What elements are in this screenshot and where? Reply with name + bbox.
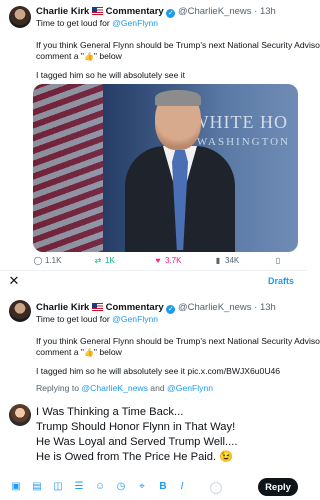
tweet-line-3-suffix: " below [93, 51, 122, 61]
mention-genflynn[interactable]: @GenFlynn [112, 18, 158, 28]
replying-to: Replying to @CharlieK_news and @GenFlynn [36, 383, 213, 394]
reply-button[interactable]: Reply [258, 478, 298, 496]
views-action[interactable]: ▮ 34K [213, 256, 239, 265]
reply-line-4: He is Owed from The Price He Paid. 😉 [36, 451, 234, 463]
tweet: Charlie Kirk Commentary ✓ @CharlieK_news… [0, 0, 320, 268]
tweet-time[interactable]: 13h [260, 6, 276, 17]
format-bold-icon[interactable]: B [157, 481, 169, 493]
like-action[interactable]: ♥ 3.7K [153, 256, 182, 265]
like-count: 3.7K [165, 256, 182, 265]
tweet-photo[interactable]: WHITE HO WASHINGTON [33, 84, 298, 252]
tweet-line-3-prefix: comment a " [36, 51, 84, 61]
quoted-header: Charlie Kirk Commentary ✓ @CharlieK_news… [36, 302, 276, 314]
quoted-separator: · [254, 302, 258, 313]
views-chart-icon: ▮ [215, 256, 221, 265]
tweet-line-4: I tagged him so he will absolutely see i… [36, 70, 186, 80]
retweet-action[interactable]: ⇄ 1K [93, 256, 115, 265]
divider [0, 270, 307, 271]
views-count: 34K [225, 256, 240, 265]
thumbs-up-emoji: 👍 [83, 52, 94, 61]
heart-icon: ♥ [155, 256, 161, 265]
character-counter [210, 482, 222, 494]
reply-input[interactable]: I Was Thinking a Time Back... Trump Shou… [36, 405, 320, 465]
quoted-mention-genflynn[interactable]: @GenFlynn [112, 314, 158, 324]
grok-icon[interactable]: ◫ [52, 481, 64, 493]
close-icon[interactable]: ✕ [6, 273, 22, 289]
replying-to-genflynn[interactable]: @GenFlynn [167, 383, 213, 393]
quoted-author-suffix: Commentary [105, 302, 164, 313]
format-italic-icon[interactable]: I [176, 481, 188, 493]
retweet-icon: ⇄ [94, 256, 102, 265]
quoted-time: 13h [259, 302, 276, 313]
bookmark-icon: ▯ [275, 256, 281, 265]
quoted-line-3: comment a "👍" below [36, 347, 122, 358]
reply-count: 1.1K [45, 256, 62, 265]
verified-badge-icon: ✓ [166, 9, 176, 18]
schedule-icon[interactable]: ◷ [115, 481, 127, 493]
location-icon[interactable]: ⌖ [136, 481, 148, 493]
verified-badge-icon: ✓ [166, 305, 176, 314]
replying-prefix: Replying to [36, 383, 82, 393]
reply-action[interactable]: ◯ 1.1K [33, 256, 62, 265]
tweet-actions: ◯ 1.1K ⇄ 1K ♥ 3.7K ▮ 34K ▯ [33, 256, 303, 268]
reply-line-1: I Was Thinking a Time Back... [36, 406, 184, 418]
photo-flag [33, 84, 103, 252]
us-flag-icon [91, 303, 103, 311]
avatar[interactable] [9, 6, 31, 28]
poll-icon[interactable]: ☰ [73, 481, 85, 493]
author-name[interactable]: Charlie Kirk [36, 6, 89, 17]
tweet-header: Charlie Kirk Commentary ✓ @CharlieK_news… [36, 6, 276, 18]
tweet-line-2: If you think General Flynn should be Tru… [36, 40, 320, 50]
quoted-line-2: If you think General Flynn should be Tru… [36, 336, 320, 346]
bookmark-action[interactable]: ▯ [273, 256, 285, 265]
quoted-line-4: I tagged him so he will absolutely see i… [36, 366, 281, 376]
drafts-button[interactable]: Drafts [268, 276, 294, 286]
media-icon[interactable]: ▣ [10, 481, 22, 493]
my-avatar [9, 404, 31, 426]
quoted-line-3-prefix: comment a " [36, 347, 84, 357]
author-suffix[interactable]: Commentary [106, 6, 164, 17]
author-handle[interactable]: @CharlieK_news [178, 6, 252, 17]
quoted-author-name: Charlie Kirk [36, 302, 90, 313]
replying-to-charliek[interactable]: @CharlieK_news [81, 383, 148, 393]
tweet-line-1-text: Time to get loud for [36, 18, 113, 28]
composer-toolbar: ▣ ▤ ◫ ☰ ☺ ◷ ⌖ B I Reply [0, 476, 307, 500]
quoted-avatar [9, 300, 31, 322]
emoji-icon[interactable]: ☺ [94, 481, 106, 493]
us-flag-icon [91, 7, 103, 15]
tweet-line-1: Time to get loud for @GenFlynn [36, 18, 158, 29]
photo-person [125, 90, 235, 252]
tweet-line-3: comment a "👍" below [36, 51, 122, 62]
quoted-handle: @CharlieK_news [177, 302, 252, 313]
reply-line-2: Trump Should Honor Flynn in That Way! [36, 421, 236, 433]
quoted-line-1-text: Time to get loud for [36, 314, 113, 324]
comment-icon: ◯ [33, 256, 43, 265]
separator: · [254, 6, 258, 17]
quoted-line-3-suffix: " below [93, 347, 122, 357]
thumbs-up-emoji: 👍 [83, 348, 94, 357]
person-hair [155, 90, 201, 106]
retweet-count: 1K [105, 256, 115, 265]
replying-and: and [147, 383, 168, 393]
gif-icon[interactable]: ▤ [31, 481, 43, 493]
quoted-line-1: Time to get loud for @GenFlynn [36, 314, 158, 325]
reply-line-3: He Was Loyal and Served Trump Well.... [36, 436, 238, 448]
